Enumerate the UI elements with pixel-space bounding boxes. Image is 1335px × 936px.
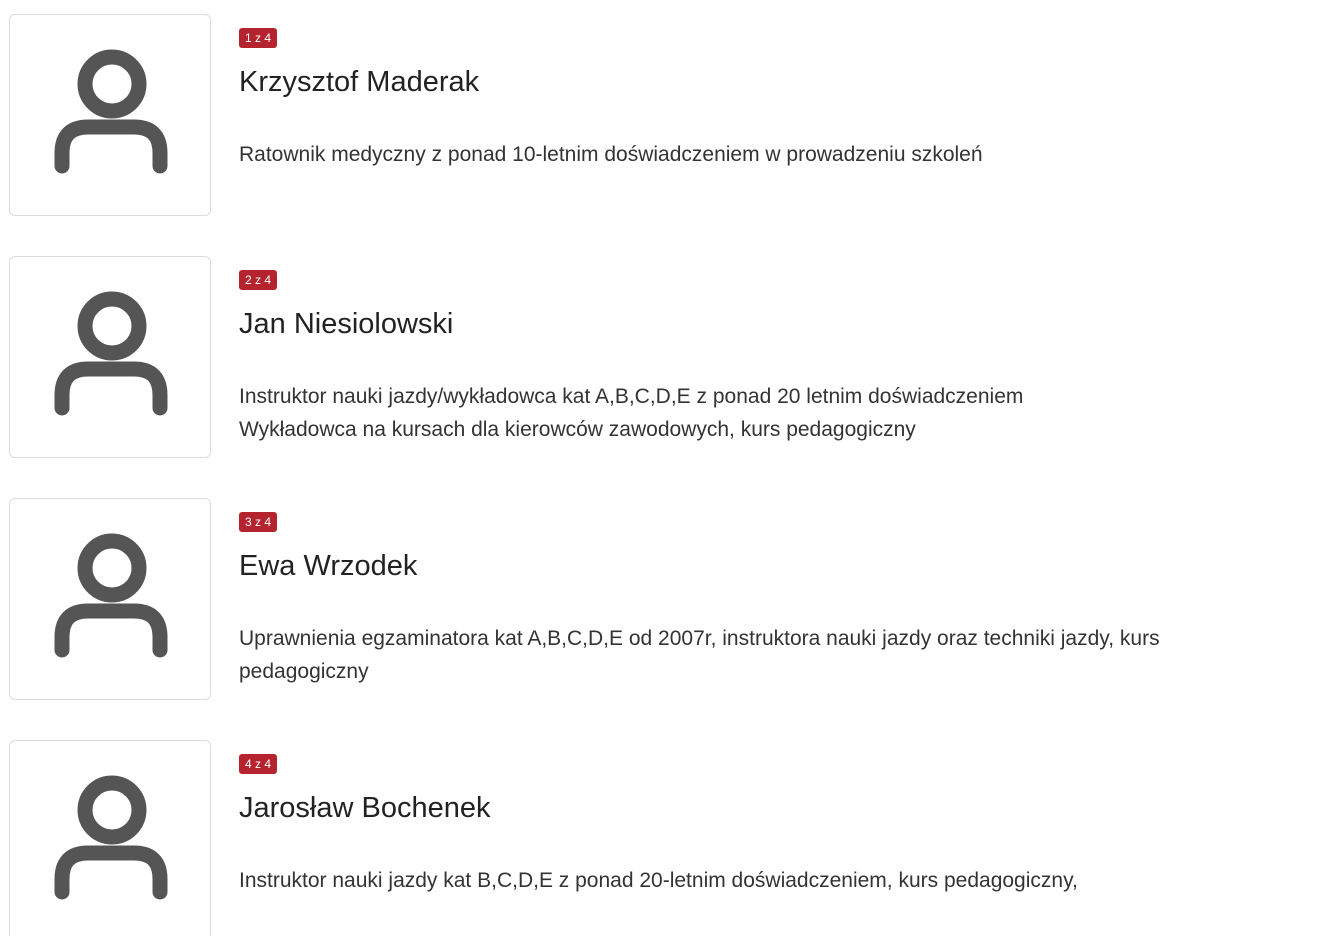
person-name: Ewa Wrzodek: [239, 550, 418, 582]
list-item: 4 z 4 Jarosław Bochenek Instruktor nauki…: [0, 740, 1335, 936]
person-name: Jarosław Bochenek: [239, 792, 491, 824]
user-icon: [54, 775, 168, 900]
position-badge: 2 z 4: [239, 270, 278, 290]
person-description: Instruktor nauki jazdy kat B,C,D,E z pon…: [239, 869, 1078, 892]
avatar: [9, 498, 211, 700]
user-icon: [54, 533, 168, 658]
instructor-list: 1 z 4 Krzysztof Maderak Ratownik medyczn…: [0, 0, 1335, 936]
user-icon: [54, 291, 168, 416]
person-name: Krzysztof Maderak: [239, 66, 480, 98]
position-badge: 4 z 4: [239, 754, 278, 774]
list-item: 1 z 4 Krzysztof Maderak Ratownik medyczn…: [0, 14, 1335, 218]
avatar: [9, 14, 211, 216]
user-icon: [54, 49, 168, 174]
avatar: [9, 740, 211, 936]
position-badge: 3 z 4: [239, 512, 278, 532]
position-badge: 1 z 4: [239, 28, 278, 48]
person-description: Ratownik medyczny z ponad 10-letnim dośw…: [239, 143, 983, 166]
list-item: 2 z 4 Jan Niesiolowski Instruktor nauki …: [0, 256, 1335, 460]
person-name: Jan Niesiolowski: [239, 308, 454, 340]
person-description: Uprawnienia egzaminatora kat A,B,C,D,E o…: [239, 627, 1160, 683]
person-description: Instruktor nauki jazdy/wykładowca kat A,…: [239, 385, 1024, 441]
avatar: [9, 256, 211, 458]
list-item: 3 z 4 Ewa Wrzodek Uprawnienia egzaminato…: [0, 498, 1335, 702]
